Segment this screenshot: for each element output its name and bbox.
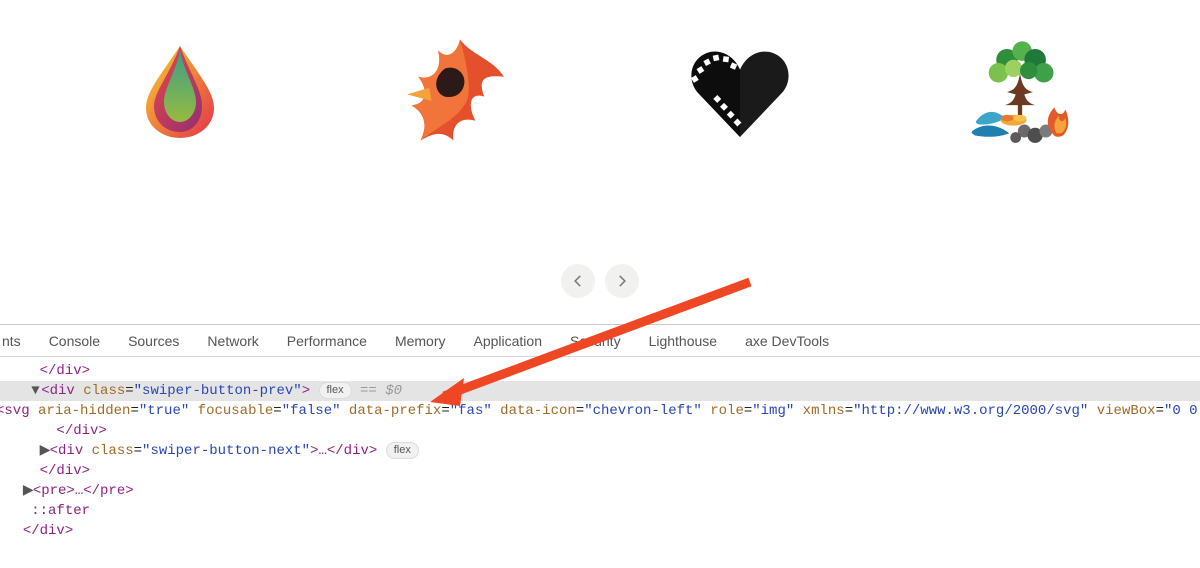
tab-application[interactable]: Application [460, 325, 557, 357]
tree-logo [960, 30, 1080, 150]
devtools-tabbar: nts Console Sources Network Performance … [0, 325, 1200, 357]
tab-lighthouse[interactable]: Lighthouse [635, 325, 732, 357]
tab-axe[interactable]: axe DevTools [731, 325, 843, 357]
dom-line[interactable]: </div> [0, 421, 1200, 441]
flex-badge[interactable]: flex [386, 442, 419, 459]
tab-security[interactable]: Security [556, 325, 635, 357]
chevron-left-icon [573, 273, 583, 289]
swiper-prev-button[interactable] [561, 264, 595, 298]
dom-line[interactable]: </div> [0, 461, 1200, 481]
tab-sources[interactable]: Sources [114, 325, 193, 357]
chevron-right-icon [617, 273, 627, 289]
film-heart-logo [680, 30, 800, 150]
carousel-nav [561, 264, 639, 298]
drop-logo [120, 30, 240, 150]
devtools-panel: nts Console Sources Network Performance … [0, 324, 1200, 568]
page-content [0, 0, 1200, 324]
swiper-next-button[interactable] [605, 264, 639, 298]
elements-tree[interactable]: </div> ▼<div class="swiper-button-prev">… [0, 357, 1200, 541]
tab-memory[interactable]: Memory [381, 325, 460, 357]
logo-carousel [0, 0, 1200, 150]
dom-line[interactable]: </div> [0, 521, 1200, 541]
dom-line[interactable]: </div> [0, 361, 1200, 381]
dom-line-next[interactable]: ▶<div class="swiper-button-next">…</div>… [0, 441, 1200, 461]
flex-badge[interactable]: flex [319, 382, 352, 399]
dom-line-pre[interactable]: ▶<pre>…</pre> [0, 481, 1200, 501]
cardinal-logo [400, 30, 520, 150]
tab-elements[interactable]: nts [0, 325, 35, 357]
tab-console[interactable]: Console [35, 325, 114, 357]
tab-network[interactable]: Network [193, 325, 272, 357]
dom-line-selected[interactable]: ▼<div class="swiper-button-prev"> flex =… [0, 381, 1200, 401]
dom-line-after[interactable]: ::after [0, 501, 1200, 521]
tab-performance[interactable]: Performance [273, 325, 381, 357]
eq0-indicator: == $0 [352, 383, 402, 399]
dom-line-svg[interactable]: ▶<svg aria-hidden="true" focusable="fals… [0, 401, 1200, 421]
